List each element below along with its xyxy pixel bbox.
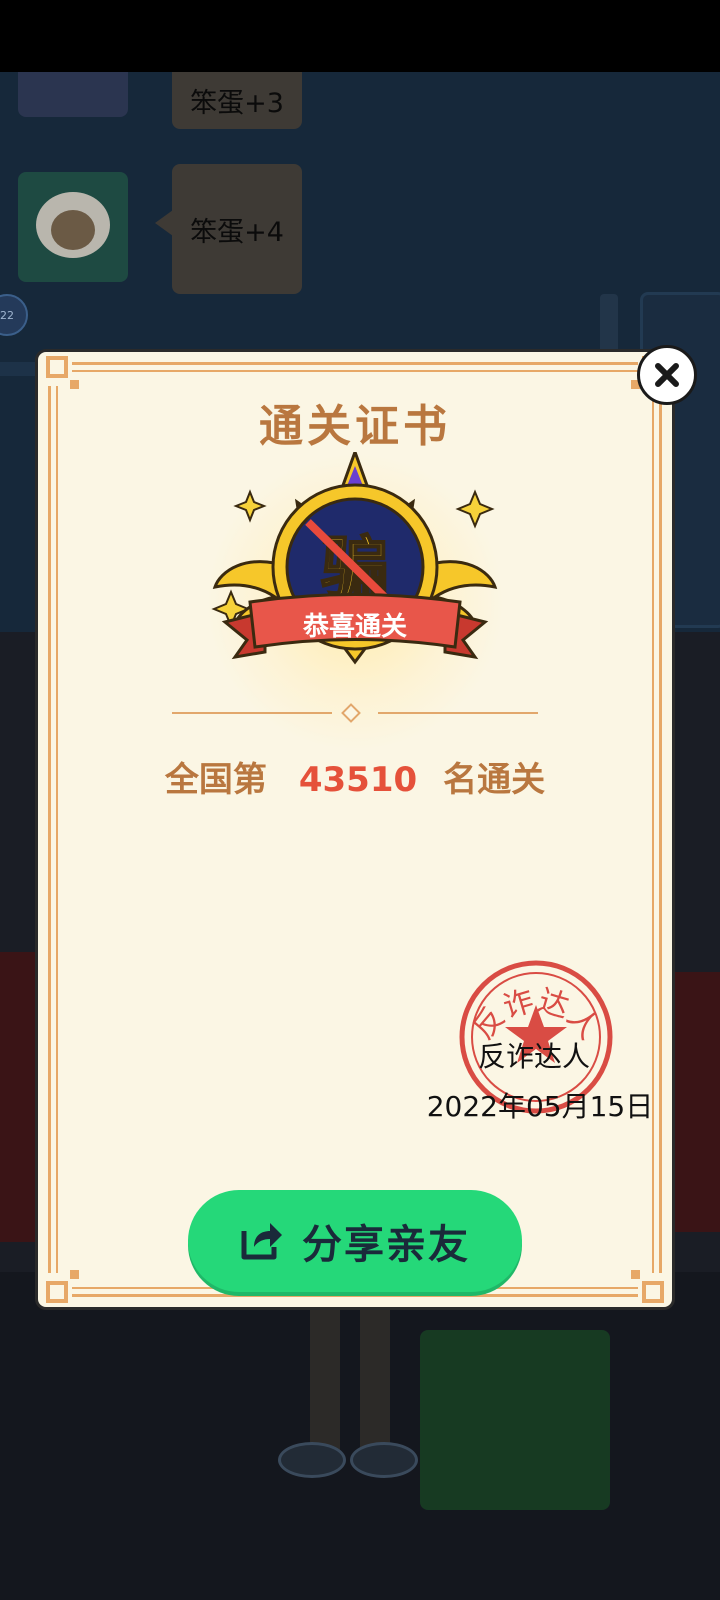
rank-line: 全国第 43510 名通关 [38, 752, 672, 801]
frame-corner [46, 356, 68, 378]
frame-line [72, 1294, 638, 1297]
leg [360, 1302, 390, 1452]
share-button[interactable]: 分享亲友 [188, 1190, 522, 1292]
rank-prefix: 全国第 [164, 760, 267, 800]
frame-corner [46, 1281, 68, 1303]
chat-bubble: 笨蛋+3 [172, 72, 302, 129]
frame-line [659, 386, 662, 1273]
signer-name: 反诈达人 [477, 1040, 590, 1073]
divider-line [378, 712, 538, 714]
divider-line [172, 712, 332, 714]
frame-line [72, 370, 638, 372]
leg [310, 1302, 340, 1452]
frame-corner [642, 1281, 664, 1303]
frame-dot [70, 380, 79, 389]
status-bar [0, 0, 720, 72]
slipper [350, 1442, 418, 1478]
certificate-dialog: 通关证书 骗 恭喜通关 全国第 43510 名通关 [38, 352, 672, 1307]
badge-ribbon-text: 恭喜通关 [302, 612, 407, 642]
share-button-label: 分享亲友 [302, 1222, 470, 1268]
close-button[interactable] [637, 345, 697, 405]
chat-bubble-tail [155, 210, 173, 236]
chat-bubble: 笨蛋+4 [172, 164, 302, 294]
rank-number: 43510 [298, 760, 418, 800]
frame-line [56, 386, 58, 1273]
anti-fraud-badge-icon: 骗 恭喜通关 [211, 452, 498, 665]
chat-avatar-sheep [18, 172, 128, 282]
frame-dot [631, 1270, 640, 1279]
chat-bubble-text: 笨蛋+4 [190, 216, 284, 248]
frame-line [652, 386, 654, 1273]
certificate-date: 2022年05月15日 [426, 1090, 654, 1123]
rank-suffix: 名通关 [443, 760, 546, 800]
certificate-title: 通关证书 [259, 401, 451, 452]
frame-line [48, 386, 51, 1273]
share-icon [241, 1223, 282, 1260]
trash-bin [420, 1330, 610, 1510]
slipper [278, 1442, 346, 1478]
close-icon [655, 363, 679, 387]
frame-line [72, 362, 638, 365]
chat-bubble-text: 笨蛋+3 [190, 88, 284, 119]
frame-dot [70, 1270, 79, 1279]
character-legs [278, 1302, 418, 1478]
sheep-face [51, 210, 95, 250]
chat-avatar [18, 72, 128, 117]
